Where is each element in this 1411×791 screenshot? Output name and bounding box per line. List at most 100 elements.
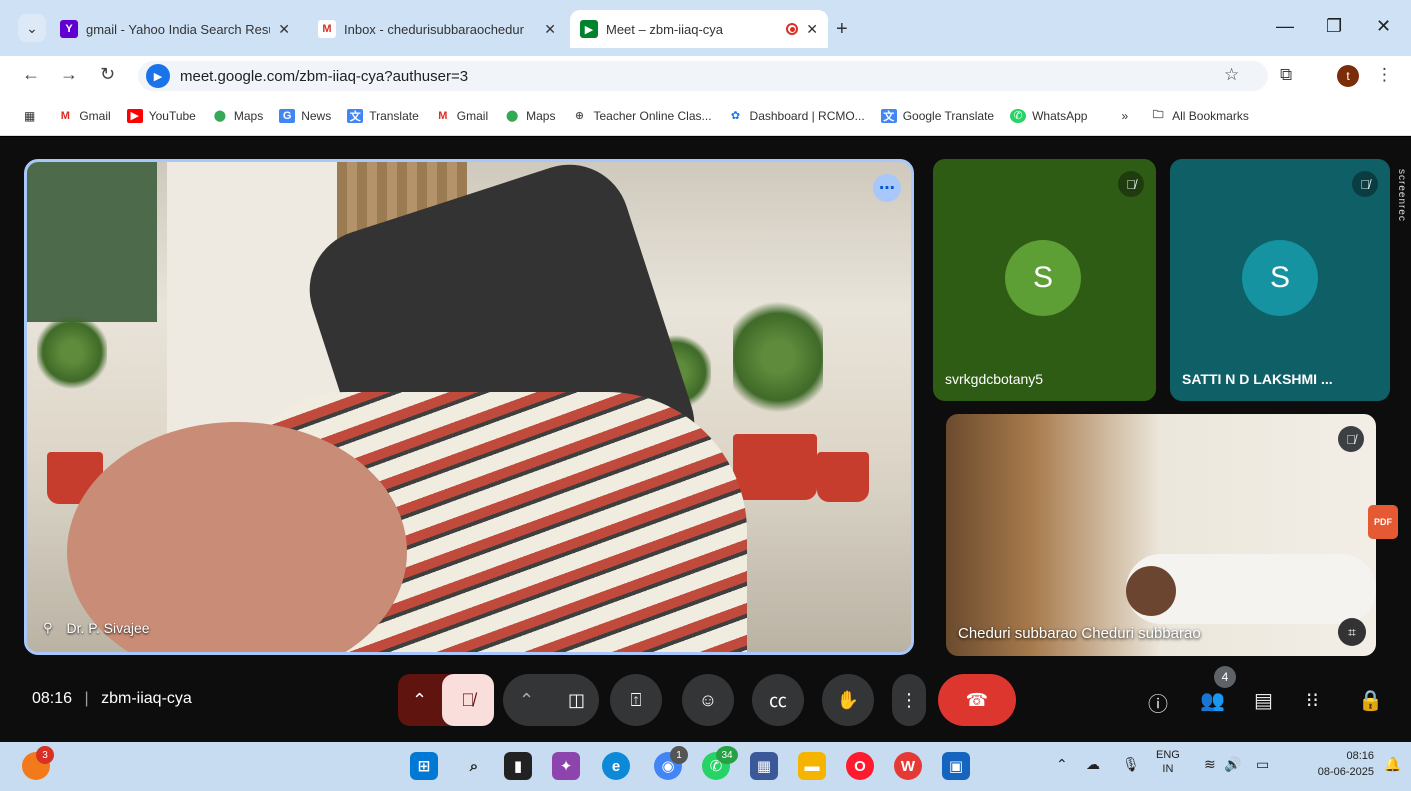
bookmarks-bar: ▦ M Gmail ▶ YouTube ⬤ Maps G News 文 Translate… [0,96,1411,136]
new-tab-button[interactable]: + [836,18,848,41]
bookmark-gmail-2[interactable]: M Gmail [435,109,488,123]
bookmark-dashboard[interactable]: ✿ Dashboard | RCMO... [728,109,865,123]
mic-off-icon: 🎙̸ [1338,426,1364,452]
opera-icon[interactable]: O [846,752,874,780]
bookmark-google-translate[interactable]: 文 Google Translate [880,108,994,123]
copilot-icon[interactable]: ✦ [552,752,580,780]
captions-button[interactable]: ㏄ [752,674,804,726]
apps-icon[interactable]: ▦ [24,109,35,123]
start-icon[interactable]: ⊞ [410,752,438,780]
yahoo-icon: Y [60,20,78,38]
calculator-icon[interactable]: ▦ [750,752,778,780]
video-plant [733,292,823,422]
activities-icon[interactable]: ⁝⁝ [1306,688,1319,713]
tab-yahoo-search[interactable]: Y gmail - Yahoo India Search Resu ✕ [50,10,300,48]
whatsapp-badge: 34 [716,746,738,764]
main-video-tile[interactable]: ⋯ ⚲ Dr. P. Sivajee [24,159,914,655]
bookmarks-overflow-button[interactable]: » [1121,109,1128,123]
bookmark-youtube[interactable]: ▶ YouTube [126,108,196,123]
system-clock[interactable]: 08:16 08-06-2025 [1290,748,1374,780]
window-close-icon[interactable]: ✕ [1376,16,1391,37]
participant-avatar: S [1005,240,1081,316]
meet-stage: ⋯ ⚲ Dr. P. Sivajee 🎙̸ S svrkgdcbotany5 🎙… [0,137,1411,742]
battery-icon[interactable]: ▭ [1256,756,1269,773]
meeting-code: zbm-iiaq-cya [101,690,192,707]
pdf-icon[interactable]: PDF [1368,505,1398,539]
tab-gmail-inbox[interactable]: M Inbox - chedurisubbaraochedur ✕ [308,10,566,48]
globe-icon: ⊕ [574,110,585,122]
bookmark-whatsapp[interactable]: ✆ WhatsApp [1010,108,1087,123]
camera-control: ⌃ ◫ [503,674,599,726]
cloud-icon[interactable]: ☁ [1086,756,1100,773]
screen: ⌄ Y gmail - Yahoo India Search Resu ✕ M … [0,0,1411,791]
tile-options-button[interactable]: ⋯ [873,174,901,202]
forward-icon[interactable]: → [60,64,78,85]
notification-badge: 3 [36,746,54,764]
reload-icon[interactable]: ↻ [100,64,115,85]
bookmark-label: Translate [369,108,419,123]
recording-icon [786,23,799,35]
translate-icon: 文 [347,108,364,123]
end-call-button[interactable]: ☎ [938,674,1016,726]
extensions-icon[interactable]: ⧉ [1280,65,1292,85]
pin-icon[interactable]: ⚲ [43,620,53,636]
video-background [27,162,157,322]
profile-avatar[interactable]: t [1337,65,1359,87]
raise-hand-button[interactable]: ✋ [822,674,874,726]
tray-overflow-icon[interactable]: ⌃ [1056,756,1068,773]
close-tab-icon[interactable]: ✕ [806,21,818,38]
bookmark-star-icon[interactable]: ☆ [1224,65,1239,85]
address-bar: ← → ↻ ▶ meet.google.com/zbm-iiaq-cya?aut… [0,56,1411,96]
video-person [1126,566,1176,616]
notifications-icon[interactable]: 🔔 [1384,756,1401,773]
participant-tile-3[interactable]: 🎙̸ Cheduri subbarao Cheduri subbarao ⌗ [946,414,1376,656]
language-code: ENG [1156,749,1180,761]
minimize-icon[interactable]: — [1276,16,1294,37]
microphone-tray-icon[interactable]: 🎙 [1122,756,1140,773]
bookmark-maps[interactable]: ⬤ Maps [212,109,264,123]
more-options-button[interactable]: ⋮ [892,674,926,726]
participant-tile-2[interactable]: 🎙̸ S SATTI N D LAKSHMI ... [1170,159,1390,401]
translate-icon: 文 [880,108,897,123]
bookmark-teacher-online[interactable]: ⊕ Teacher Online Clas... [571,109,712,123]
participant-tile-1[interactable]: 🎙̸ S svrkgdcbotany5 [933,159,1156,401]
mic-off-button[interactable]: 🎙̸ [442,674,494,726]
bookmark-gmail[interactable]: M Gmail [57,109,111,123]
browser-menu-icon[interactable]: ⋮ [1376,65,1393,85]
store-icon[interactable]: ▣ [942,752,970,780]
camera-options-chevron-icon[interactable]: ⌃ [519,690,534,711]
search-icon[interactable]: ⌕ [460,752,488,780]
chat-icon[interactable]: ▤ [1254,688,1273,713]
volume-icon[interactable]: 🔊 [1224,756,1241,773]
bookmark-translate[interactable]: 文 Translate [347,108,419,123]
url-text: meet.google.com/zbm-iiaq-cya?authuser=3 [180,67,469,85]
tab-meet[interactable]: ▶ Meet – zbm-iiaq-cya ✕ [570,10,828,48]
meeting-details-icon[interactable]: ⓘ [1148,688,1168,717]
file-explorer-icon[interactable]: ▬ [798,752,826,780]
url-field[interactable]: ▶ meet.google.com/zbm-iiaq-cya?authuser=… [138,61,1268,91]
wifi-icon[interactable]: ≋ [1204,756,1216,773]
back-icon[interactable]: ← [22,64,40,85]
close-tab-icon[interactable]: ✕ [278,21,290,38]
camera-button[interactable]: ◫ [568,690,585,711]
close-tab-icon[interactable]: ✕ [544,21,556,38]
task-view-icon[interactable]: ▮ [504,752,532,780]
people-icon[interactable]: 👥 [1200,688,1225,713]
mic-options-chevron-icon[interactable]: ⌃ [412,690,427,711]
bookmark-maps-2[interactable]: ⬤ Maps [504,109,556,123]
bookmark-label: Dashboard | RCMO... [749,108,865,123]
site-info-icon[interactable]: ▶ [146,64,170,88]
present-screen-button[interactable]: ⍐ [610,674,662,726]
bookmark-news[interactable]: G News [279,108,331,123]
tab-search-button[interactable]: ⌄ [18,14,46,42]
emoji-reaction-button[interactable]: ☺ [682,674,734,726]
all-bookmarks-button[interactable]: 🗀 All Bookmarks [1150,109,1249,123]
edge-icon[interactable]: e [602,752,630,780]
host-controls-icon[interactable]: 🔒 [1358,688,1383,713]
clock-time: 08:16 [1346,750,1374,762]
restore-icon[interactable]: ❐ [1326,16,1342,37]
wps-office-icon[interactable]: W [894,752,922,780]
crop-icon[interactable]: ⌗ [1338,618,1366,646]
maps-icon: ⬤ [505,110,519,122]
language-indicator[interactable]: ENG IN [1156,748,1180,776]
